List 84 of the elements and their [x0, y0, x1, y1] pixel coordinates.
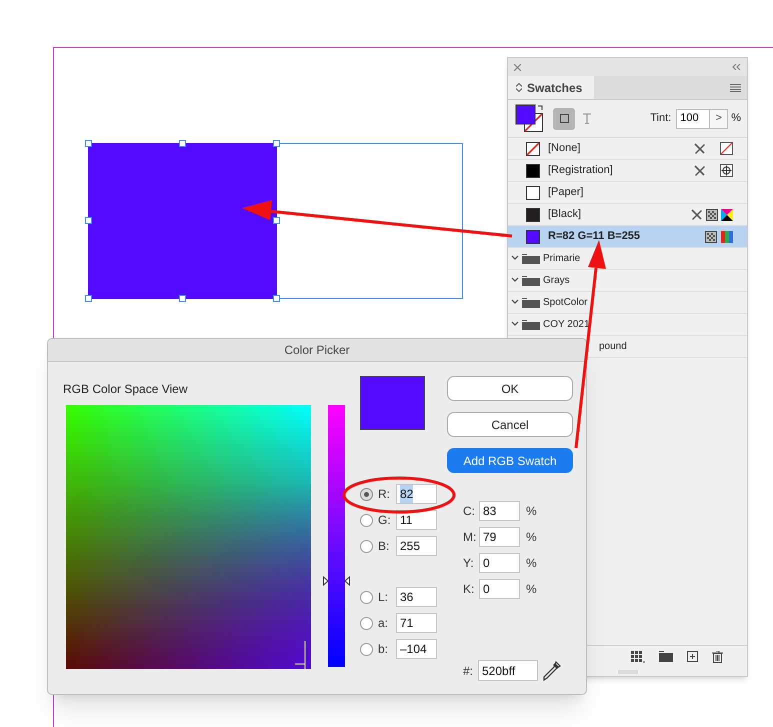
field-label: b: [378, 641, 390, 658]
radio-button[interactable] [360, 514, 373, 526]
tint-field[interactable]: 100 [676, 108, 710, 128]
swatch-row[interactable]: [Paper] [508, 182, 747, 204]
swatch-group-row[interactable]: Grays [508, 270, 747, 292]
dialog-button[interactable]: Cancel [447, 412, 573, 437]
value-field[interactable]: 82 [396, 484, 437, 504]
field-label: R: [378, 486, 391, 503]
selection-handle[interactable] [273, 217, 280, 224]
container-toggle[interactable] [553, 108, 575, 130]
eyedropper-icon[interactable] [543, 660, 561, 680]
collapse-icon[interactable] [732, 64, 741, 70]
selection-handle[interactable] [273, 140, 280, 147]
field-label: a: [378, 615, 390, 632]
folder-icon [511, 298, 541, 308]
field-label: B: [378, 538, 390, 555]
value-field[interactable]: 0 [479, 553, 520, 573]
field-label: M: [463, 529, 478, 546]
hue-slider[interactable] [323, 405, 350, 667]
percent-label: % [526, 529, 537, 546]
swatch-group-row[interactable]: SpotColor [508, 292, 747, 314]
menu-icon[interactable] [730, 84, 741, 92]
field-label: L: [378, 589, 390, 606]
swatch-view-icon[interactable] [631, 650, 645, 662]
registration-mark-icon [720, 164, 733, 177]
new-swatch-icon[interactable] [687, 651, 698, 662]
no-edit-icon [690, 208, 703, 221]
add-swatch-button[interactable]: Add RGB Swatch [447, 448, 573, 473]
hex-label: #: [463, 662, 474, 680]
selection-handle[interactable] [273, 295, 280, 302]
swatch-row[interactable]: [None] [508, 138, 747, 160]
value-field[interactable]: –104 [396, 639, 437, 659]
folder-icon[interactable] [659, 651, 673, 662]
tint-step-button[interactable]: > [710, 108, 728, 128]
selection-handle[interactable] [179, 140, 186, 147]
view-label: RGB Color Space View [63, 381, 188, 396]
value-field[interactable]: 0 [479, 579, 520, 599]
process-icon [705, 230, 717, 242]
close-icon[interactable] [514, 64, 521, 70]
radio-button[interactable] [360, 590, 373, 604]
tint-unit: % [731, 111, 741, 126]
trash-icon[interactable] [712, 650, 723, 662]
text-icon[interactable] [582, 113, 592, 124]
radio-button[interactable] [360, 616, 373, 630]
percent-label: % [526, 555, 537, 572]
selection-handle[interactable] [179, 295, 186, 302]
swatch-row[interactable]: R=82 G=11 B=255 [508, 226, 747, 248]
dialog-title: Color Picker [284, 342, 350, 359]
hex-field[interactable]: 520bff [478, 660, 538, 681]
value-field[interactable]: 83 [479, 501, 520, 521]
dialog-button[interactable]: OK [447, 376, 573, 401]
fill-stroke-icon[interactable] [515, 104, 545, 134]
selection-handle[interactable] [85, 295, 92, 302]
field-label: Y: [463, 555, 475, 572]
swatches-tab[interactable]: Swatches [508, 76, 594, 99]
value-field[interactable]: 255 [396, 536, 437, 556]
percent-label: % [526, 581, 537, 598]
no-edit-icon [693, 164, 706, 177]
selection-handle[interactable] [85, 140, 92, 147]
none-mode-icon [720, 142, 733, 155]
radio-button[interactable] [360, 642, 373, 656]
rgb-mode-icon [721, 230, 733, 242]
swatch-row[interactable]: [Registration] [508, 160, 747, 182]
selection-handle[interactable] [85, 217, 92, 224]
value-field[interactable]: 36 [396, 587, 437, 607]
radio-button[interactable] [360, 540, 373, 552]
cmyk-mode-icon [721, 208, 733, 220]
no-edit-icon [693, 142, 706, 155]
percent-label: % [526, 503, 537, 520]
folder-icon [511, 254, 541, 264]
radio-button[interactable] [360, 488, 373, 500]
value-field[interactable]: 79 [479, 527, 520, 547]
folder-icon [511, 276, 541, 286]
field-label: C: [463, 503, 476, 520]
slider-thumb-icon[interactable] [323, 576, 350, 586]
field-label: K: [463, 581, 476, 598]
resize-grip-icon[interactable] [618, 670, 638, 674]
value-field[interactable]: 71 [396, 613, 437, 633]
swatch-group-row[interactable]: COY 2021 [508, 314, 747, 336]
tint-label: Tint: [650, 111, 672, 126]
sort-icon [516, 83, 522, 92]
folder-icon [511, 320, 541, 330]
field-label: G: [378, 512, 392, 529]
process-icon [706, 208, 718, 220]
